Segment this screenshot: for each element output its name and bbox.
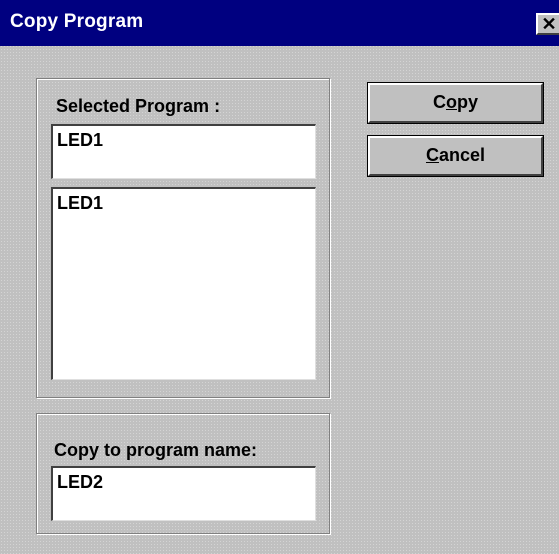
copy-button-label-pre: C: [432, 92, 446, 112]
cancel-button[interactable]: Cancel: [367, 135, 544, 177]
close-icon: ✕: [541, 14, 557, 34]
copy-button-label-post: py: [456, 92, 478, 112]
copy-program-dialog: Copy Program ✕ Selected Program : LED1 L…: [0, 0, 559, 554]
copy-button[interactable]: Copy: [367, 82, 544, 124]
program-listbox[interactable]: LED1: [51, 187, 316, 380]
copy-to-label: Copy to program name:: [54, 440, 258, 460]
selected-program-label: Selected Program :: [56, 96, 221, 116]
cancel-button-label-post: ancel: [438, 145, 486, 165]
title-bar: Copy Program ✕: [0, 0, 559, 46]
list-item[interactable]: LED1: [57, 193, 315, 214]
window-title: Copy Program: [10, 11, 144, 32]
copy-to-name-field[interactable]: LED2: [51, 466, 316, 521]
selected-program-field[interactable]: LED1: [51, 124, 316, 179]
close-button[interactable]: ✕: [536, 13, 559, 35]
copy-button-mnemonic: o: [445, 92, 457, 112]
cancel-button-mnemonic: C: [425, 145, 439, 165]
